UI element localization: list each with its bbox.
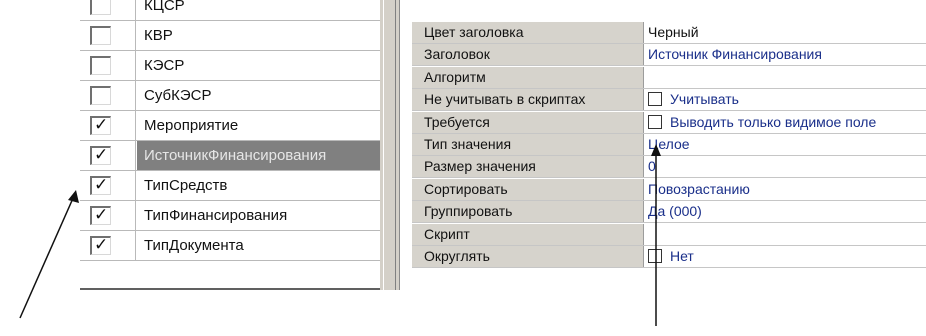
arrow-left-head [68,190,79,203]
arrow-left-line [19,195,75,319]
arrow-right-head [651,144,661,156]
annotation-arrows [19,144,661,326]
